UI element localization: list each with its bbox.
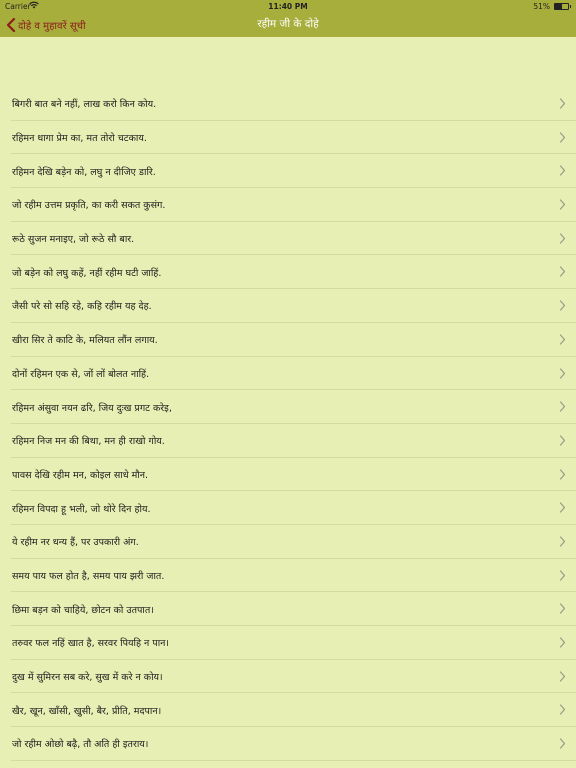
chevron-right-icon <box>559 266 566 278</box>
list-item[interactable]: बिगरी बात बने नहीं, लाख करो किन कोय. <box>0 87 576 121</box>
list-item-label: जो रहीम उत्तम प्रकृति, का करी सकत कुसंग. <box>12 200 166 212</box>
list-item[interactable]: दोनों रहिमन एक से, जों लों बोलत नाहिं. <box>0 357 576 391</box>
list-item[interactable]: जो रहीम ओछो बढ़ै, तौ अति ही इतराय। <box>0 727 576 761</box>
list-item[interactable]: रहिमन देखि बड़ेन को, लघु न दीजिए डारि. <box>0 154 576 188</box>
chevron-right-icon <box>559 671 566 682</box>
list-item-label: जो रहीम ओछो बढ़ै, तौ अति ही इतराय। <box>12 739 149 751</box>
chevron-right-icon <box>559 165 566 176</box>
list-item[interactable]: खैर, खून, खाँसी, खुसी, बैर, प्रीति, मदपा… <box>0 693 576 727</box>
list-item[interactable]: पावस देखि रहीम मन, कोइल साधे मौन. <box>0 458 576 492</box>
list-item-label: समय पाय फल होत है, समय पाय झरी जात. <box>12 570 165 582</box>
chevron-right-icon <box>559 233 566 244</box>
battery-percentage: 51% <box>533 2 550 11</box>
status-time: 11:40 PM <box>268 2 308 11</box>
list-item[interactable]: रूठे सुजन मनाइए, जो रूठे सौ बार. <box>0 222 576 256</box>
chevron-right-icon <box>559 738 566 749</box>
list-item[interactable]: खीरा सिर ते काटि के, मलियत लौंन लगाय. <box>0 323 576 357</box>
chevron-right-icon <box>559 132 566 143</box>
list-item[interactable]: रहिमन धागा प्रेम का, मत तोरो चटकाय. <box>0 121 576 155</box>
list-item[interactable]: दुख में सुमिरन सब करे, सुख में करे न कोय… <box>0 660 576 694</box>
navigation-bar: दोहे व मुहावरें सूची रहीम जी के दोहे <box>0 12 576 37</box>
list-item-label: तरुवर फल नहिं खात है, सरवर पियहि न पान। <box>12 638 170 650</box>
list-item-label: पावस देखि रहीम मन, कोइल साधे मौन. <box>12 469 149 481</box>
list-item[interactable]: रहिमन अंसुवा नयन ढरि, जिय दुःख प्रगट करे… <box>0 390 576 424</box>
list-item-label: ये रहीम नर धन्य हैं, पर उपकारी अंग. <box>12 537 139 549</box>
list-item-label: दुख में सुमिरन सब करे, सुख में करे न कोय… <box>12 672 163 684</box>
chevron-right-icon <box>559 603 566 614</box>
list-item-label: बिगरी बात बने नहीं, लाख करो किन कोय. <box>12 99 157 111</box>
list-item-label: रूठे सुजन मनाइए, जो रूठे सौ बार. <box>12 234 135 246</box>
list-item-label: जैसी परे सो सहि रहे, कहि रहीम यह देह. <box>12 301 152 313</box>
list-item-label: खैर, खून, खाँसी, खुसी, बैर, प्रीति, मदपा… <box>12 705 162 717</box>
chevron-right-icon <box>559 300 566 311</box>
list-item-label: दोनों रहिमन एक से, जों लों बोलत नाहिं. <box>12 368 150 380</box>
list-item-label: जो बड़ेन को लघु कहें, नहीं रहीम घटी जाहि… <box>12 267 162 279</box>
list-item[interactable]: जो रहीम उत्तम प्रकृति, का करी सकत कुसंग. <box>0 188 576 222</box>
chevron-right-icon <box>559 367 566 379</box>
list-item[interactable]: छिमा बड़न को चाहिये, छोटन को उतपात। <box>0 592 576 626</box>
list-item-label: रहिमन निज मन की बिथा, मन ही राखो गोय. <box>12 436 165 448</box>
list-item-label: रहिमन देखि बड़ेन को, लघु न दीजिए डारि. <box>12 166 156 178</box>
chevron-right-icon <box>559 704 566 715</box>
list-item[interactable]: जैसी परे सो सहि रहे, कहि रहीम यह देह. <box>0 289 576 323</box>
battery-icon <box>554 3 571 10</box>
list-item-label: रहिमन अंसुवा नयन ढरि, जिय दुःख प्रगट करे… <box>12 402 172 414</box>
chevron-right-icon <box>559 401 566 412</box>
list-item[interactable]: रहिमन विपदा हू भली, जो थोरे दिन होय. <box>0 491 576 525</box>
list-item-label: खीरा सिर ते काटि के, मलियत लौंन लगाय. <box>12 335 158 347</box>
list-item[interactable]: समय पाय फल होत है, समय पाय झरी जात. <box>0 559 576 593</box>
chevron-right-icon <box>559 435 566 446</box>
chevron-right-icon <box>559 468 566 480</box>
chevron-right-icon <box>559 199 566 210</box>
chevron-right-icon <box>559 334 566 345</box>
chevron-right-icon <box>559 502 566 513</box>
list-item-label: रहिमन धागा प्रेम का, मत तोरो चटकाय. <box>12 133 147 145</box>
page-title: रहीम जी के दोहे <box>257 18 319 30</box>
list-item-label: छिमा बड़न को चाहिये, छोटन को उतपात। <box>12 604 154 616</box>
chevron-right-icon <box>559 570 566 581</box>
doha-list: बिगरी बात बने नहीं, लाख करो किन कोय. रहिम… <box>0 87 576 761</box>
list-item-label: रहिमन विपदा हू भली, जो थोरे दिन होय. <box>12 503 151 515</box>
chevron-right-icon <box>559 536 566 547</box>
chevron-right-icon <box>559 98 566 109</box>
status-bar: Carrier 11:40 PM 51% <box>0 0 576 12</box>
list-item[interactable]: ये रहीम नर धन्य हैं, पर उपकारी अंग. <box>0 525 576 559</box>
chevron-right-icon <box>559 637 566 648</box>
list-item[interactable]: तरुवर फल नहिं खात है, सरवर पियहि न पान। <box>0 626 576 660</box>
list-item[interactable]: जो बड़ेन को लघु कहें, नहीं रहीम घटी जाहि… <box>0 255 576 289</box>
list-item[interactable]: रहिमन निज मन की बिथा, मन ही राखो गोय. <box>0 424 576 458</box>
